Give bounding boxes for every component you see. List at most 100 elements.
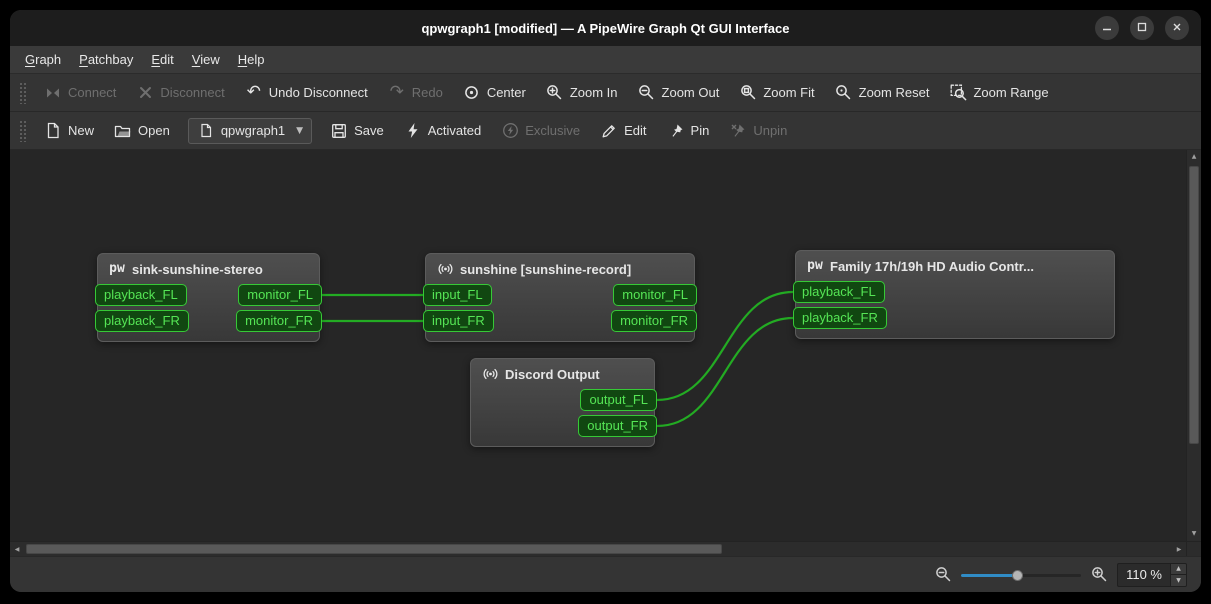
pipewire-icon: pw xyxy=(109,261,125,276)
toolbar-button-activated[interactable]: Activated xyxy=(394,117,491,145)
port-playback-fl[interactable]: playback_FL xyxy=(793,281,885,303)
port-playback-fl[interactable]: playback_FL xyxy=(95,284,187,306)
port-monitor-fr[interactable]: monitor_FR xyxy=(236,310,322,332)
port-monitor-fr[interactable]: monitor_FR xyxy=(611,310,697,332)
node-sink-sunshine-stereo[interactable]: pw sink-sunshine-stereo playback_FLplaybac… xyxy=(95,253,322,342)
patchbay-file-icon xyxy=(197,122,215,140)
node-ports: output_FL output_FR xyxy=(471,385,657,446)
zoom-slider-fill xyxy=(961,573,1018,577)
zoom-range-icon xyxy=(949,84,967,102)
toolbar-button-connect[interactable]: Connect xyxy=(34,79,126,107)
node-ports: playback_FL playback_FR xyxy=(793,277,1114,338)
scroll-right-button[interactable]: ▶ xyxy=(1172,542,1186,556)
node-header[interactable]: sunshine [sunshine-record] xyxy=(426,254,694,280)
port-input-fr[interactable]: input_FR xyxy=(423,310,494,332)
toolbar-button-save[interactable]: Save xyxy=(320,117,394,145)
vertical-scrollbar[interactable]: ▲ ▼ xyxy=(1186,150,1201,541)
menu-graph[interactable]: Graph xyxy=(16,47,70,72)
maximize-button[interactable] xyxy=(1130,16,1154,40)
port-monitor-fl[interactable]: monitor_FL xyxy=(613,284,697,306)
maximize-icon xyxy=(1137,19,1147,37)
zoom-out-button[interactable] xyxy=(934,566,952,584)
main-toolbar-items: Connect Disconnect ↶ Undo Disconnect ↷ Redo Ce… xyxy=(34,79,1059,107)
zoom-slider-handle[interactable] xyxy=(1012,569,1024,581)
toolbar-button-zoom-in[interactable]: Zoom In xyxy=(536,79,628,107)
toolbar-handle[interactable] xyxy=(19,119,26,142)
toolbar-handle[interactable] xyxy=(19,81,26,104)
menu-edit[interactable]: Edit xyxy=(142,47,182,72)
toolbar-button-redo[interactable]: ↷ Redo xyxy=(378,79,453,107)
toolbar-label: Disconnect xyxy=(160,85,225,100)
toolbar-button-unpin[interactable]: Unpin xyxy=(719,117,797,145)
scroll-down-button[interactable]: ▼ xyxy=(1187,527,1201,541)
toolbar-button-zoom-reset[interactable]: Zoom Reset xyxy=(825,79,940,107)
menu-view[interactable]: View xyxy=(183,47,229,72)
toolbar-button-open[interactable]: Open xyxy=(104,117,180,145)
spin-down-button[interactable]: ▼ xyxy=(1171,574,1186,586)
node-family-17h-19h-hd-audio-contr[interactable]: pw Family 17h/19h HD Audio Contr... playba… xyxy=(793,250,1115,339)
toolbar-button-center[interactable]: Center xyxy=(453,79,536,107)
titlebar[interactable]: qpwgraph1 [modified] — A PipeWire Graph … xyxy=(10,10,1201,46)
toolbar-label: Exclusive xyxy=(525,123,581,138)
minimize-button[interactable] xyxy=(1095,16,1119,40)
canvas-area: pw sink-sunshine-stereo playback_FL playbac… xyxy=(10,150,1201,541)
toolbar-label: Connect xyxy=(68,85,117,100)
toolbar-button-disconnect[interactable]: Disconnect xyxy=(126,79,234,107)
toolbar-button-exclusive[interactable]: Exclusive xyxy=(491,117,590,145)
zoom-in-button[interactable] xyxy=(1090,566,1108,584)
main-toolbar: Connect Disconnect ↶ Undo Disconnect ↷ Redo Ce… xyxy=(10,74,1201,112)
unpin-icon xyxy=(729,122,747,140)
save-icon xyxy=(330,122,348,140)
disconnect-icon xyxy=(136,84,154,102)
menu-patchbay[interactable]: Patchbay xyxy=(70,47,142,72)
zoom-value: 110 % xyxy=(1126,567,1162,582)
node-title: Family 17h/19h HD Audio Contr... xyxy=(830,258,1034,274)
minimize-icon xyxy=(1102,19,1112,37)
window-controls xyxy=(1095,16,1189,40)
scroll-left-button[interactable]: ◀ xyxy=(10,542,24,556)
zoom-slider[interactable] xyxy=(961,567,1082,583)
toolbar-label: Zoom Fit xyxy=(763,85,815,100)
port-output-fr[interactable]: output_FR xyxy=(578,415,657,437)
toolbar-button-undo-disconnect[interactable]: ↶ Undo Disconnect xyxy=(235,79,378,107)
horizontal-scrollbar-thumb[interactable] xyxy=(26,544,722,554)
toolbar-label: Zoom In xyxy=(569,85,618,100)
toolbar-label: qpwgraph1 xyxy=(220,123,286,138)
node-header[interactable]: pw sink-sunshine-stereo xyxy=(98,254,319,280)
toolbar-button-zoom-fit[interactable]: Zoom Fit xyxy=(729,79,824,107)
horizontal-scrollbar[interactable]: ◀ ▶ xyxy=(10,542,1186,556)
zoom-out-icon xyxy=(638,84,656,102)
port-monitor-fl[interactable]: monitor_FL xyxy=(238,284,322,306)
activated-icon xyxy=(404,122,422,140)
port-playback-fr[interactable]: playback_FR xyxy=(95,310,189,332)
node-header[interactable]: Discord Output xyxy=(471,359,654,385)
node-sunshine-sunshine-record[interactable]: sunshine [sunshine-record] input_FL input_… xyxy=(423,253,697,342)
toolbar-button-zoom-range[interactable]: Zoom Range xyxy=(939,79,1058,107)
toolbar-label: Zoom Range xyxy=(973,85,1049,100)
scroll-up-button[interactable]: ▲ xyxy=(1187,150,1201,164)
zoom-out-icon xyxy=(934,566,952,584)
zoom-reset-icon xyxy=(835,84,853,102)
node-header[interactable]: pw Family 17h/19h HD Audio Contr... xyxy=(796,251,1114,277)
port-playback-fr[interactable]: playback_FR xyxy=(793,307,887,329)
toolbar-button-edit[interactable]: Edit xyxy=(590,117,656,145)
toolbar-button-pin[interactable]: Pin xyxy=(657,117,720,145)
scrollbar-corner xyxy=(1186,542,1201,556)
zoom-fit-icon xyxy=(739,84,757,102)
toolbar-label: Open xyxy=(138,123,170,138)
toolbar-button-zoom-out[interactable]: Zoom Out xyxy=(628,79,730,107)
menu-help[interactable]: Help xyxy=(229,47,274,72)
pipewire-icon: pw xyxy=(807,258,823,273)
horizontal-scrollbar-row: ◀ ▶ xyxy=(10,541,1201,556)
port-output-fl[interactable]: output_FL xyxy=(580,389,657,411)
toolbar-button-new[interactable]: New xyxy=(34,117,104,145)
port-input-fl[interactable]: input_FL xyxy=(423,284,492,306)
app-window: qpwgraph1 [modified] — A PipeWire Graph … xyxy=(10,10,1201,592)
graph-canvas[interactable]: pw sink-sunshine-stereo playback_FL playbac… xyxy=(10,150,1186,541)
zoom-spinbox[interactable]: 110 % ▲ ▼ xyxy=(1117,562,1187,587)
vertical-scrollbar-thumb[interactable] xyxy=(1189,166,1199,444)
combo-qpwgraph1[interactable]: qpwgraph1 ▼ xyxy=(187,117,313,144)
close-button[interactable] xyxy=(1165,16,1189,40)
spin-up-button[interactable]: ▲ xyxy=(1171,563,1186,574)
node-discord-output[interactable]: Discord Output output_FL output_FR xyxy=(470,358,657,447)
